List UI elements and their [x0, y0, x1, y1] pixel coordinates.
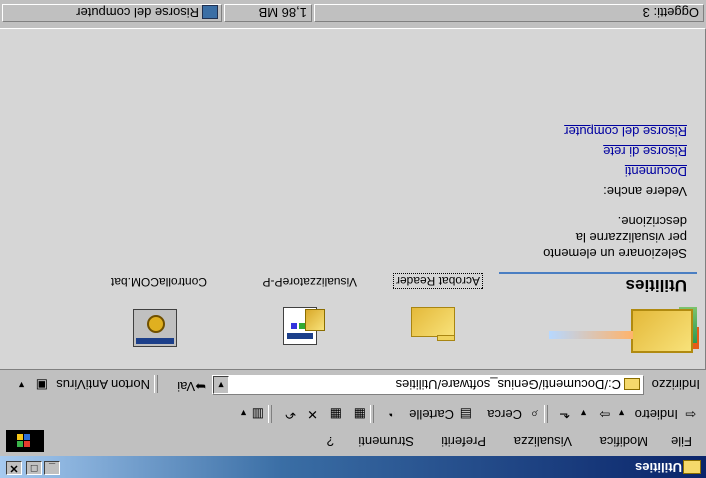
windows-logo-icon — [6, 430, 44, 452]
folder-icon[interactable] — [411, 307, 455, 343]
menu-help[interactable]: ? — [327, 434, 334, 449]
file-label-acrobat-reader[interactable]: Acrobat Reader — [392, 273, 483, 289]
description-text: Selezionare un elemento — [543, 246, 687, 261]
address-bar: Indirizzo C:/Documenti/Genius_software/U… — [0, 370, 706, 398]
window-title: Utilities — [635, 460, 682, 475]
address-value[interactable]: C:/Documenti/Genius_software/Utilities — [396, 377, 621, 392]
folders-icon[interactable]: ▤ — [460, 406, 472, 422]
menu-strumenti[interactable]: Strumenti — [358, 434, 414, 449]
installer-icon[interactable] — [281, 305, 325, 349]
norton-icon[interactable]: ▣ — [36, 377, 48, 393]
close-button[interactable]: ✕ — [6, 461, 22, 475]
file-label-visualizzatore[interactable]: VisualizzatoreP-P — [263, 275, 358, 289]
see-also-label: Vedere anche: — [603, 184, 687, 199]
folder-icon — [624, 378, 640, 390]
copy-to-icon[interactable]: ▦ — [330, 406, 342, 422]
link-documenti[interactable]: Documenti — [625, 164, 687, 179]
status-location: Risorse del computer — [2, 4, 222, 22]
chevron-down-icon[interactable]: ▼ — [239, 408, 248, 418]
computer-icon — [202, 5, 218, 19]
description-text: descrizione. — [617, 214, 687, 229]
menu-bar: File Modifica Visualizza Preferiti Strum… — [0, 428, 706, 454]
go-button[interactable]: ➥Vai — [177, 378, 206, 394]
search-button[interactable]: Cerca — [487, 407, 522, 422]
menu-preferiti[interactable]: Preferiti — [441, 434, 486, 449]
maximize-button[interactable]: □ — [26, 461, 42, 475]
header-stripe — [549, 331, 633, 339]
back-icon[interactable]: ⇦ — [685, 406, 696, 422]
chevron-down-icon[interactable]: ▼ — [579, 408, 588, 418]
views-icon[interactable]: ▥ — [252, 406, 264, 422]
link-risorse-del-computer[interactable]: Risorse del computer — [564, 124, 687, 139]
undo-icon[interactable]: ↶ — [285, 406, 296, 422]
address-label: Indirizzo — [651, 377, 700, 392]
folder-title: Utilities — [625, 276, 687, 295]
content-area: Utilities Selezionare un elemento per vi… — [0, 28, 706, 370]
address-dropdown-button[interactable]: ▼ — [213, 376, 229, 394]
menu-file[interactable]: File — [671, 434, 692, 449]
title-divider — [499, 272, 697, 274]
status-objects: Oggetti: 3 — [314, 4, 704, 22]
gear-icon — [147, 315, 165, 333]
up-folder-icon[interactable]: ⬑ — [559, 406, 570, 422]
batch-file-icon[interactable] — [133, 309, 177, 347]
toolbar-separator — [154, 375, 158, 393]
search-icon[interactable]: ⌕ — [531, 406, 538, 422]
folders-button[interactable]: Cartelle — [409, 407, 454, 422]
address-input[interactable]: C:/Documenti/Genius_software/Utilities ▼ — [212, 375, 644, 395]
status-bar: Oggetti: 3 1,86 MB Risorse del computer — [0, 0, 706, 24]
forward-icon[interactable]: ⇨ — [599, 406, 610, 422]
toolbar-separator — [370, 405, 374, 423]
chevron-down-icon[interactable]: ▼ — [617, 408, 626, 418]
go-arrow-icon: ➥ — [195, 379, 206, 394]
file-label-controllacom[interactable]: ControllaCOM.bat — [111, 275, 207, 289]
delete-icon[interactable]: ✕ — [307, 406, 318, 422]
menu-modifica[interactable]: Modifica — [600, 434, 648, 449]
link-risorse-di-rete[interactable]: Risorse di rete — [603, 144, 687, 159]
status-size: 1,86 MB — [224, 4, 312, 22]
chevron-down-icon[interactable]: ▼ — [17, 380, 26, 390]
toolbar-separator — [268, 405, 272, 423]
title-bar: Utilities _ □ ✕ — [0, 456, 706, 478]
toolbar-separator — [544, 405, 548, 423]
menu-visualizza[interactable]: Visualizza — [514, 434, 572, 449]
description-text: per visualizzarne la — [575, 230, 687, 245]
move-to-icon[interactable]: ▦ — [354, 406, 366, 422]
folder-icon — [683, 460, 701, 474]
minimize-button[interactable]: _ — [44, 461, 60, 475]
large-folder-icon — [631, 307, 699, 353]
norton-antivirus-label[interactable]: Norton AntiVirus — [56, 377, 150, 392]
toolbar: ⇦ Indietro ▼ ⇨ ▼ ⬑ ⌕ Cerca ▤ Cartelle ◔ … — [0, 400, 706, 426]
history-icon[interactable]: ◔ — [388, 407, 396, 422]
back-button[interactable]: Indietro — [635, 407, 678, 422]
